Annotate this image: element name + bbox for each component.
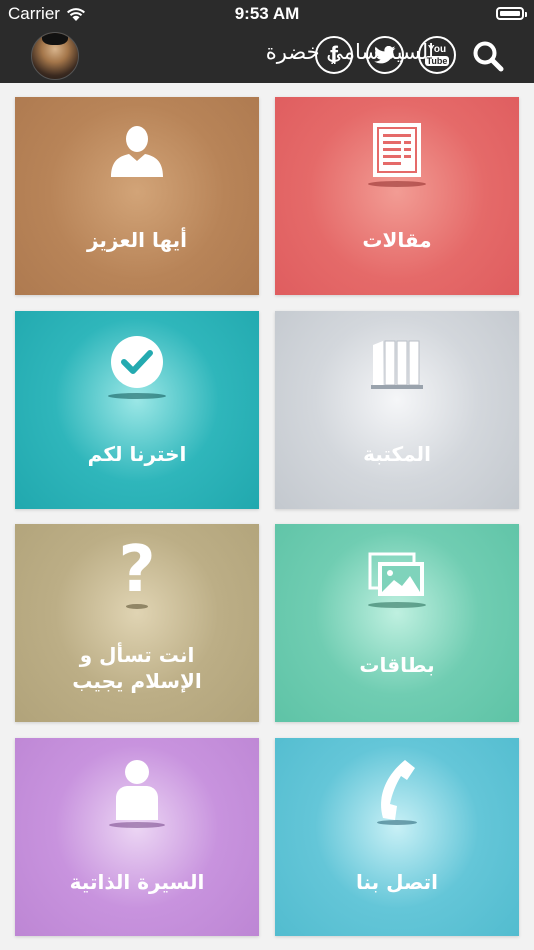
search-icon xyxy=(473,41,504,72)
person-icon xyxy=(111,126,163,177)
icon-shadow xyxy=(368,602,426,608)
clock: 9:53 AM xyxy=(234,4,300,23)
facebook-icon: f xyxy=(330,42,338,69)
status-bar: Carrier 9:53 AM xyxy=(0,0,534,28)
tile-biography[interactable]: السيرة الذاتية xyxy=(15,738,259,936)
tile-library[interactable]: المكتبة xyxy=(275,311,519,509)
phone-icon xyxy=(381,760,415,820)
youtube-button[interactable]: You Tube xyxy=(418,36,456,74)
tile-articles[interactable]: مقالات xyxy=(275,97,519,295)
tile-label: بطاقات xyxy=(359,653,435,677)
tile-label: اخترنا لكم xyxy=(87,442,187,466)
question-icon: ? xyxy=(118,533,156,607)
battery-icon xyxy=(496,7,527,20)
icon-shadow xyxy=(126,604,148,609)
icon-shadow xyxy=(377,820,417,825)
icon-shadow xyxy=(368,181,426,187)
tile-label: أيها العزيز xyxy=(86,228,188,252)
app-header: السيد سامي خضرة f You Tube xyxy=(0,28,534,83)
tile-label: مقالات xyxy=(362,228,432,252)
checkmark-icon xyxy=(111,336,163,388)
tile-label-line-1: انت تسأل و xyxy=(79,643,195,667)
icon-shadow xyxy=(109,822,165,828)
avatar[interactable] xyxy=(31,32,79,80)
twitter-button[interactable] xyxy=(366,36,404,74)
books-icon xyxy=(371,340,423,389)
gallery-icon xyxy=(368,552,424,596)
tile-label: السيرة الذاتية xyxy=(69,870,205,894)
facebook-button[interactable]: f xyxy=(315,36,353,74)
tile-label-line-2: الإسلام يجيب xyxy=(72,669,202,693)
youtube-icon: You Tube xyxy=(424,43,450,66)
tile-dear-one[interactable]: أيها العزيز xyxy=(15,97,259,295)
article-icon xyxy=(373,123,421,177)
tile-label: اتصل بنا xyxy=(355,870,439,894)
tile-our-picks[interactable]: اخترنا لكم xyxy=(15,311,259,509)
tile-ask-islam[interactable]: ? انت تسأل و الإسلام يجيب xyxy=(15,524,259,722)
tile-label: المكتبة xyxy=(363,442,431,466)
tile-contact-us[interactable]: اتصل بنا xyxy=(275,738,519,936)
tile-label: انت تسأل و الإسلام يجيب xyxy=(15,642,259,694)
profile-icon xyxy=(116,760,158,820)
twitter-icon xyxy=(374,46,396,64)
icon-shadow xyxy=(108,393,166,399)
search-button[interactable] xyxy=(470,38,506,74)
tile-cards[interactable]: بطاقات xyxy=(275,524,519,722)
